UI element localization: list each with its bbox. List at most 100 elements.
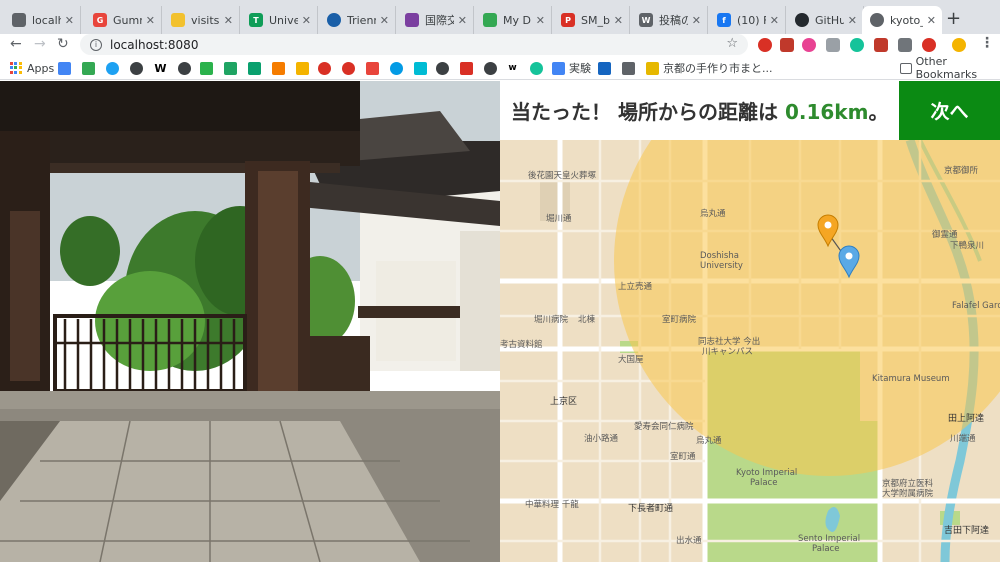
close-icon[interactable]: ✕ — [380, 14, 389, 27]
vivaldi-icon[interactable] — [758, 38, 772, 52]
github-icon — [795, 13, 809, 27]
tab-localhost[interactable]: localho ✕ — [4, 6, 81, 34]
bookmark-translate[interactable] — [58, 61, 75, 75]
address-bar[interactable]: i localhost:8080 ☆ — [80, 34, 748, 55]
camera-icon[interactable] — [826, 38, 840, 52]
adblock-icon[interactable] — [780, 38, 794, 52]
bookmark-drive[interactable] — [82, 61, 99, 75]
bookmark-icon — [414, 61, 427, 75]
gumroad-icon: G — [93, 13, 107, 27]
bookmark-stripes[interactable] — [296, 61, 313, 75]
close-icon[interactable]: ✕ — [458, 14, 467, 27]
bookmark-globe[interactable] — [130, 61, 147, 75]
map-label: 吉田下阿達 — [944, 524, 989, 536]
map-label: 田上阿達 — [948, 412, 984, 424]
map-label: 後花園天皇火葬塚 — [528, 170, 597, 181]
result-map[interactable]: 後花園天皇火葬塚 京都御所 烏丸通 堀川通 Doshisha Universit… — [500, 81, 1000, 562]
url-text[interactable]: localhost:8080 — [110, 38, 198, 52]
bookmark-doc[interactable] — [622, 61, 639, 75]
close-icon[interactable]: ✕ — [927, 14, 936, 27]
w-icon: W — [154, 61, 167, 75]
bookmark-red2[interactable] — [342, 61, 359, 75]
map-label: 室町通 — [670, 451, 696, 462]
menu-icon[interactable]: ⋮ — [980, 35, 994, 51]
bookmark-stripe[interactable] — [414, 61, 431, 75]
bookmark-blue[interactable] — [390, 61, 407, 75]
extension-icon[interactable] — [922, 38, 936, 52]
close-icon[interactable]: ✕ — [65, 14, 74, 27]
bookmark-twitter[interactable] — [106, 61, 123, 75]
bookmark-gumroad[interactable] — [366, 61, 383, 75]
result-suffix: 。 — [868, 100, 889, 124]
tab-university[interactable]: T Univers ✕ — [241, 6, 318, 34]
map-canvas[interactable]: 後花園天皇火葬塚 京都御所 烏丸通 堀川通 Doshisha Universit… — [500, 81, 1000, 562]
bookmark-wiki[interactable]: w — [506, 61, 523, 75]
new-tab-button[interactable]: + — [946, 8, 961, 29]
bookmark-w2[interactable] — [248, 61, 265, 75]
forward-icon[interactable]: → — [34, 36, 46, 52]
globe-icon — [484, 61, 497, 75]
bookmark-grammarly[interactable] — [530, 61, 547, 75]
ublock-icon[interactable] — [874, 38, 888, 52]
tab-kyoto-game[interactable]: kyoto_g ✕ — [862, 6, 942, 34]
extension-icon[interactable] — [802, 38, 816, 52]
bookmark-maps[interactable] — [460, 61, 477, 75]
map-label: 出水通 — [676, 535, 702, 546]
tab-gumroad[interactable]: G Gumroa ✕ — [85, 6, 162, 34]
bookmark-jitsugi[interactable]: 実験 — [552, 61, 591, 75]
map-label: Kitamura Museum — [872, 374, 950, 384]
bookmark-up[interactable] — [224, 61, 241, 75]
map-label: 京都府立医科 — [882, 478, 934, 489]
tab-visits[interactable]: visits - ✕ — [163, 6, 240, 34]
next-button[interactable]: 次へ — [899, 81, 1000, 140]
close-icon[interactable]: ✕ — [302, 14, 311, 27]
tab-my-drive[interactable]: My Driv ✕ — [475, 6, 552, 34]
close-icon[interactable]: ✕ — [770, 14, 779, 27]
close-icon[interactable]: ✕ — [146, 14, 155, 27]
close-icon[interactable]: ✕ — [692, 14, 701, 27]
other-bookmarks[interactable]: Other Bookmarks — [900, 55, 1000, 81]
tab-kokusai[interactable]: 国際交済 ✕ — [397, 6, 474, 34]
bookmark-globe[interactable] — [484, 61, 501, 75]
reload-icon[interactable]: ↻ — [57, 36, 69, 52]
bookmark-globe[interactable] — [436, 61, 453, 75]
bookmark-icon — [646, 61, 659, 75]
bookmark-icon — [272, 61, 285, 75]
translate-icon — [58, 61, 71, 75]
avatar[interactable] — [952, 38, 966, 52]
result-message: 当たった！ 場所からの距離は 0.16km。 — [500, 96, 888, 125]
bookmark-globe[interactable] — [178, 61, 195, 75]
tab-sm-book[interactable]: P SM_boc ✕ — [553, 6, 630, 34]
bookmark-kyoto[interactable]: 京都の手作り市まと... — [646, 61, 773, 75]
tab-triennale[interactable]: Trienna ✕ — [319, 6, 396, 34]
bookmark-red[interactable] — [318, 61, 335, 75]
close-icon[interactable]: ✕ — [614, 14, 623, 27]
bookmark-orange[interactable] — [272, 61, 289, 75]
tab-label: GitHub — [815, 13, 844, 27]
drive-icon — [82, 61, 95, 75]
close-icon[interactable]: ✕ — [224, 14, 233, 27]
apps-bookmark[interactable]: Apps — [10, 61, 54, 75]
tab-github[interactable]: GitHub ✕ — [787, 6, 864, 34]
tab-label: Gumroa — [113, 13, 142, 27]
close-icon[interactable]: ✕ — [848, 14, 857, 27]
map-label: Kyoto Imperial — [736, 468, 797, 478]
bookmark-feedly[interactable] — [200, 61, 217, 75]
map-label: Palace — [750, 478, 777, 488]
info-icon[interactable]: i — [90, 38, 102, 51]
star-icon[interactable]: ☆ — [726, 36, 738, 51]
tab-label: SM_boc — [581, 13, 610, 27]
street-view-panorama[interactable] — [0, 81, 500, 562]
close-icon[interactable]: ✕ — [536, 14, 545, 27]
tab-facebook[interactable]: f (10) Fac ✕ — [709, 6, 786, 34]
back-icon[interactable]: ← — [10, 36, 22, 52]
bookmark-arrow[interactable] — [598, 61, 615, 75]
map-label: University — [700, 261, 743, 271]
tab-label: Univers — [269, 13, 298, 27]
w-icon: w — [506, 61, 519, 75]
tab-toukou[interactable]: W 投稿の新 ✕ — [631, 6, 708, 34]
grammarly-icon[interactable] — [850, 38, 864, 52]
extension-icon[interactable] — [898, 38, 912, 52]
bookmark-w[interactable]: W — [154, 61, 171, 75]
map-label: 上立売通 — [618, 281, 653, 292]
